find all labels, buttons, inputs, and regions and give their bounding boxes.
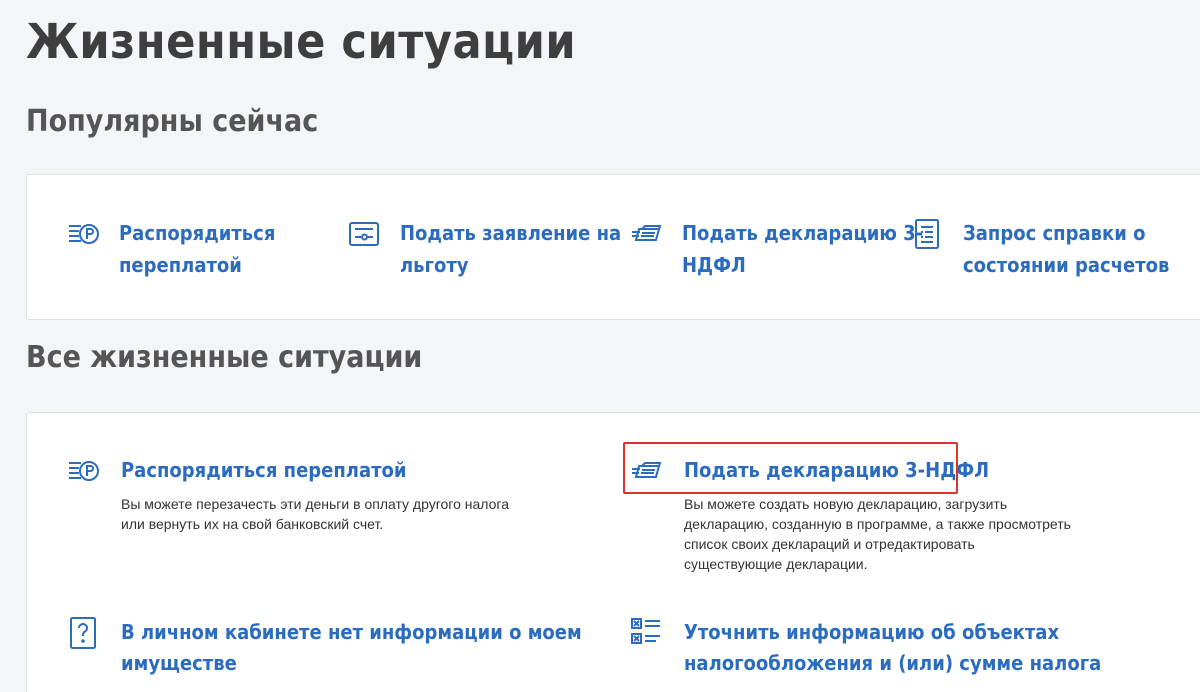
popular-item-label: Распорядиться bbox=[119, 221, 276, 245]
popular-item-benefit-application[interactable]: Подать заявление на льготу bbox=[348, 217, 621, 281]
popular-item-label: НДФЛ bbox=[682, 253, 746, 277]
situation-no-property-info[interactable]: В личном кабинете нет информации о моем … bbox=[67, 617, 582, 679]
declaration-icon bbox=[630, 455, 662, 487]
popular-item-label: состоянии расчетов bbox=[963, 253, 1170, 277]
checklist-icon bbox=[630, 617, 662, 649]
popular-item-label: Подать декларацию 3- bbox=[682, 221, 924, 245]
popular-item-label: Запрос справки о bbox=[963, 221, 1146, 245]
situation-description: Вы можете перезачесть эти деньги в оплат… bbox=[121, 496, 509, 532]
overpayment-icon bbox=[67, 218, 99, 250]
popular-item-declaration[interactable]: Подать декларацию 3- НДФЛ bbox=[630, 217, 923, 281]
overpayment-icon bbox=[67, 455, 99, 487]
situation-clarify-tax-objects[interactable]: Уточнить информацию об объектах налогооб… bbox=[630, 617, 1101, 679]
all-section-title: Все жизненные ситуации bbox=[26, 340, 423, 375]
popular-item-settlement-certificate[interactable]: Запрос справки о состоянии расчетов bbox=[911, 217, 1169, 281]
popular-item-label: льготу bbox=[400, 253, 469, 277]
situation-description: Вы можете создать новую декларацию, загр… bbox=[684, 496, 1071, 572]
situation-title[interactable]: имуществе bbox=[121, 648, 582, 679]
situation-title[interactable]: Подать декларацию 3-НДФЛ bbox=[684, 455, 1071, 486]
popular-card: Распорядиться переплатой Подать заявлени… bbox=[26, 174, 1200, 320]
situation-title[interactable]: Уточнить информацию об объектах bbox=[684, 617, 1101, 648]
situation-title[interactable]: налогообложения и (или) сумме налога bbox=[684, 648, 1101, 679]
declaration-icon bbox=[630, 218, 662, 250]
page-title: Жизненные ситуации bbox=[26, 14, 577, 70]
question-icon bbox=[67, 617, 99, 649]
certificate-icon bbox=[911, 218, 943, 250]
popular-item-label: переплатой bbox=[119, 253, 242, 277]
situation-title[interactable]: В личном кабинете нет информации о моем bbox=[121, 617, 582, 648]
situation-overpayment[interactable]: Распорядиться переплатой Вы можете перез… bbox=[67, 455, 509, 534]
popular-item-label: Подать заявление на bbox=[400, 221, 622, 245]
popular-item-overpayment[interactable]: Распорядиться переплатой bbox=[67, 217, 275, 281]
popular-section-title: Популярны сейчас bbox=[26, 104, 319, 139]
situation-title[interactable]: Распорядиться переплатой bbox=[121, 455, 509, 486]
all-situations-card: Распорядиться переплатой Вы можете перез… bbox=[26, 412, 1200, 692]
application-icon bbox=[348, 218, 380, 250]
situation-declaration[interactable]: Подать декларацию 3-НДФЛ Вы можете созда… bbox=[630, 455, 1071, 574]
